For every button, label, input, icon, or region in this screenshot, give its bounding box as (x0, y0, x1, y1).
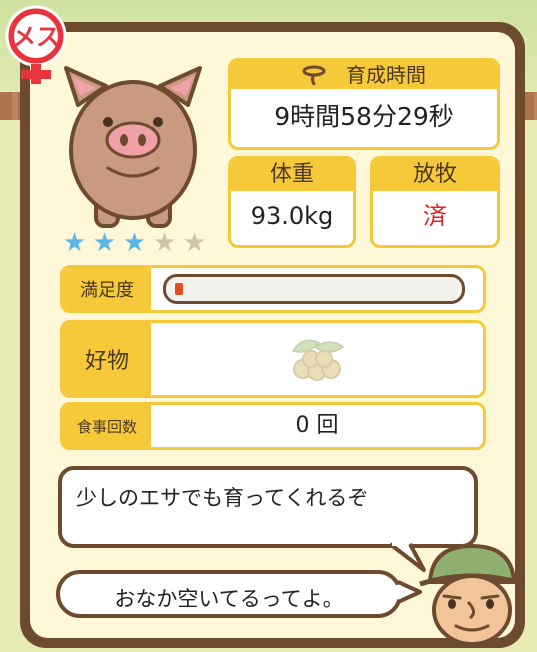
weight-label: 体重 (231, 159, 353, 191)
breeding-time-box: 育成時間 9時間58分29秒 (228, 58, 500, 150)
star-icon-3: ★ (122, 228, 147, 258)
status-text: おなか空いてるってよ。 (114, 587, 344, 611)
farmer-avatar (419, 544, 525, 646)
satisfaction-label: 満足度 (63, 268, 151, 310)
grazing-value: 済 (423, 202, 447, 230)
rating-stars: ★ ★ ★ ★ ★ (60, 229, 209, 257)
hint-text: 少しのエサでも育ってくれるぞ (76, 486, 369, 510)
star-icon-2: ★ (92, 228, 117, 258)
satisfaction-bar (163, 274, 465, 304)
sex-label: メス (12, 23, 60, 51)
star-icon-5: ★ (182, 228, 207, 258)
meal-count-label: 食事回数 (63, 405, 151, 447)
grazing-box: 放牧 済 (370, 156, 500, 248)
grazing-label: 放牧 (373, 159, 497, 191)
weight-value: 93.0kg (250, 202, 334, 230)
star-icon-1: ★ (62, 228, 87, 258)
lasso-icon (302, 65, 326, 86)
meal-count-value: 0 回 (295, 413, 339, 438)
star-icon-4: ★ (152, 228, 177, 258)
soybean-icon (291, 339, 345, 381)
satisfaction-bar-fill (175, 283, 183, 295)
satisfaction-row: 満足度 (60, 265, 486, 313)
breeding-time-header: 育成時間 (231, 61, 497, 89)
favorite-food-label: 好物 (63, 323, 151, 395)
hint-speech-bubble: 少しのエサでも育ってくれるぞ (58, 466, 478, 548)
meal-count-row: 食事回数 0 回 (60, 402, 486, 450)
pig-illustration (64, 66, 202, 228)
favorite-food-row: 好物 (60, 320, 486, 398)
weight-box: 体重 93.0kg (228, 156, 356, 248)
breeding-time-value: 9時間58分29秒 (274, 102, 454, 131)
breeding-time-label: 育成時間 (346, 63, 426, 87)
status-speech-bubble: おなか空いてるってよ。 (56, 570, 402, 618)
